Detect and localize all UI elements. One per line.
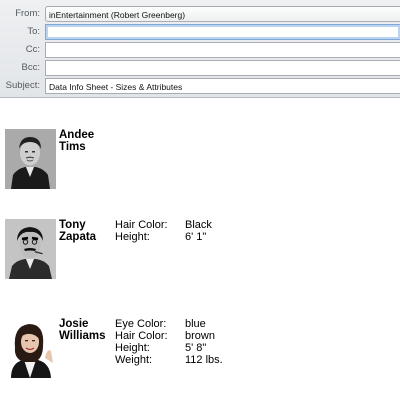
attribute-value: 112 lbs. <box>185 354 223 366</box>
contact-card: Josie Williams Eye Color: blue Hair Color… <box>5 318 395 380</box>
headshot-icon <box>5 129 56 189</box>
attribute-label: Hair Color: <box>115 219 168 231</box>
attribute-value: 6' 1" <box>185 231 207 243</box>
attribute-label: Height: <box>115 342 150 354</box>
attribute-row: Hair Color: Black <box>115 219 212 231</box>
contact-photo <box>5 318 56 378</box>
headshot-icon <box>5 318 56 378</box>
contact-card: Tony Zapata Hair Color: Black Height: 6' 1… <box>5 219 395 281</box>
contact-first-name: Tony <box>59 219 86 231</box>
contact-name: Andee Tims <box>59 129 94 153</box>
bcc-row: Bcc: <box>0 60 400 78</box>
contact-attributes: Hair Color: Black Height: 6' 1" <box>115 219 212 243</box>
contact-last-name: Zapata <box>59 231 97 243</box>
attribute-row: Hair Color: brown <box>115 330 223 342</box>
contact-first-name: Josie <box>59 318 89 330</box>
bcc-field[interactable] <box>45 60 400 76</box>
attribute-label: Height: <box>115 231 150 243</box>
subject-field[interactable]: Data Info Sheet - Sizes & Attributes <box>45 78 400 94</box>
to-field[interactable] <box>45 24 400 40</box>
cc-row: Cc: <box>0 42 400 60</box>
cc-label: Cc: <box>25 44 40 55</box>
headshot-icon <box>5 219 56 279</box>
to-row: To: <box>0 24 400 42</box>
contact-last-name: Tims <box>59 141 86 153</box>
attribute-label: Hair Color: <box>115 330 168 342</box>
attribute-value: Black <box>185 219 212 231</box>
contact-last-name: Williams <box>59 330 106 342</box>
contact-card: Andee Tims <box>5 129 395 191</box>
attribute-row: Eye Color: blue <box>115 318 223 330</box>
contact-attributes: Eye Color: blue Hair Color: brown Height: 5… <box>115 318 223 366</box>
from-row: From: inEntertainment (Robert Greenberg) <box>0 6 400 24</box>
attribute-value: blue <box>185 318 206 330</box>
attribute-value: brown <box>185 330 215 342</box>
from-label: From: <box>15 8 40 19</box>
contact-name: Josie Williams <box>59 318 106 342</box>
attribute-label: Eye Color: <box>115 318 167 330</box>
mail-header: From: inEntertainment (Robert Greenberg)… <box>0 0 400 98</box>
from-field[interactable]: inEntertainment (Robert Greenberg) <box>45 6 400 22</box>
attribute-value: 5' 8" <box>185 342 207 354</box>
contact-name: Tony Zapata <box>59 219 96 243</box>
contact-photo <box>5 219 56 279</box>
attribute-row: Weight: 112 lbs. <box>115 354 223 366</box>
cc-field[interactable] <box>45 42 400 58</box>
contact-first-name: Andee <box>59 129 95 141</box>
subject-row: Subject: Data Info Sheet - Sizes & Attri… <box>0 78 400 96</box>
bcc-label: Bcc: <box>21 62 40 73</box>
to-label: To: <box>27 26 40 37</box>
subject-label: Subject: <box>5 80 40 91</box>
contact-photo <box>5 129 56 189</box>
attribute-row: Height: 6' 1" <box>115 231 212 243</box>
attribute-row: Height: 5' 8" <box>115 342 223 354</box>
attribute-label: Weight: <box>115 354 153 366</box>
